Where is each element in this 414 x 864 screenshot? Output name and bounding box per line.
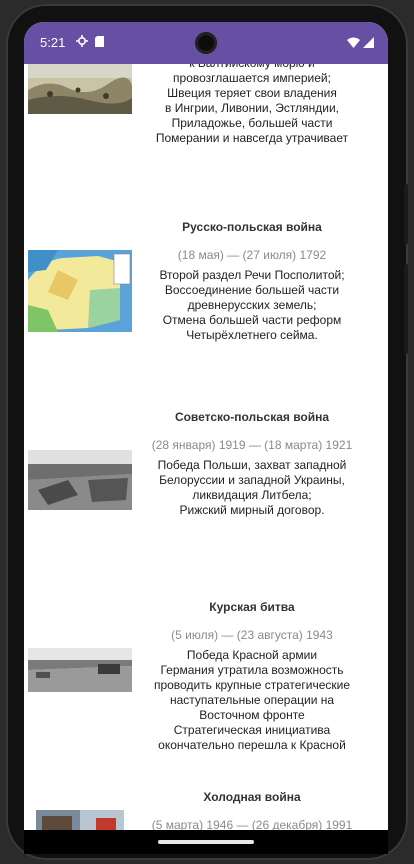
- front-camera: [195, 32, 217, 54]
- item-title: Холодная война: [203, 790, 301, 804]
- battle-painting-image: [28, 64, 132, 114]
- navigation-bar: [24, 830, 388, 854]
- item-title: Советско-польская война: [174, 410, 330, 424]
- sd-card-icon: [95, 34, 104, 52]
- war-list[interactable]: к Балтийскому морю и провозглашается имп…: [24, 64, 388, 830]
- status-time: 5:21: [40, 35, 66, 50]
- power-button: [404, 184, 408, 244]
- tank-battle-image: [28, 648, 132, 692]
- item-dates: (18 мая) — (27 июля) 1792: [177, 248, 327, 262]
- item-title: Русско-польская война: [182, 220, 322, 234]
- item-description: к Балтийскому морю и провозглашается имп…: [155, 64, 349, 145]
- cold-war-image: [36, 810, 124, 830]
- item-description: Победа Красной армии Германия утратила в…: [153, 648, 351, 752]
- home-gesture-handle[interactable]: [158, 840, 254, 844]
- screen: 5:21 провозглашается империей; Швеция те…: [24, 22, 388, 830]
- item-title: Курская битва: [209, 600, 295, 614]
- battle-photo-image: [28, 450, 132, 510]
- map-image: [28, 250, 132, 332]
- item-description: Победа Польши, захват западной Белорусси…: [157, 458, 347, 517]
- item-dates: (28 января) 1919 — (18 марта) 1921: [151, 438, 353, 452]
- volume-button: [404, 264, 408, 354]
- wifi-icon: [347, 35, 360, 53]
- status-bar: 5:21: [24, 22, 388, 64]
- item-dates: (5 марта) 1946 — (26 декабря) 1991: [151, 818, 353, 830]
- signal-icon: [363, 35, 374, 53]
- item-dates: (5 июля) — (23 августа) 1943: [171, 628, 333, 642]
- settings-icon: [76, 34, 88, 52]
- item-description: Второй раздел Речи Посполитой; Воссоедин…: [159, 268, 345, 342]
